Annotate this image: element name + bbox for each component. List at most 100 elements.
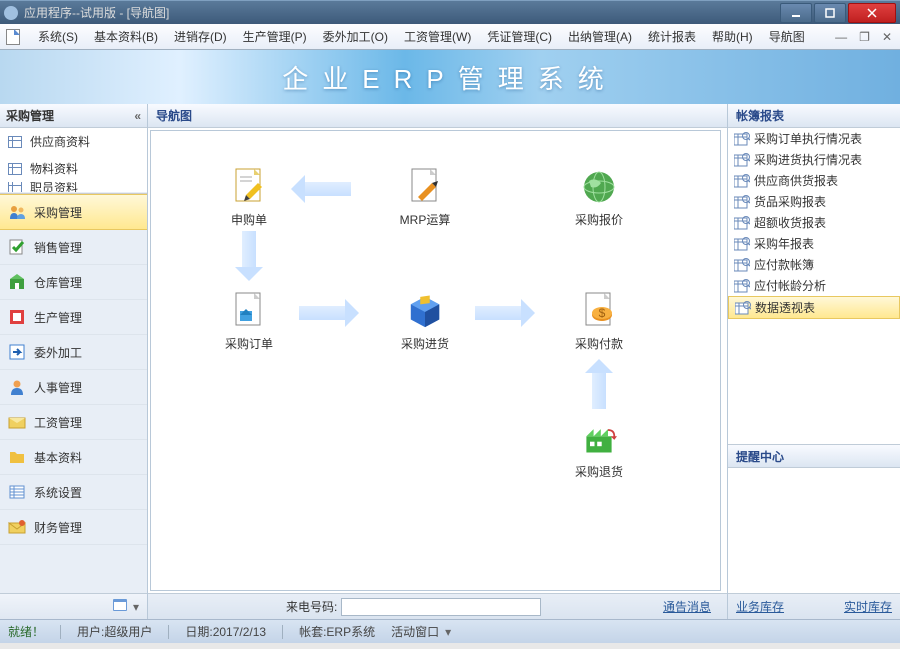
menu-navmap[interactable]: 导航图 (761, 25, 813, 48)
center-bottom-bar: 来电号码: 通告消息 (148, 593, 727, 619)
sidebar-header: 采购管理 « (0, 104, 147, 128)
arrow-right-icon (299, 299, 359, 327)
node-label: 采购订单 (209, 335, 289, 352)
status-active-window[interactable]: 活动窗口 (391, 623, 439, 640)
grid-icon (8, 163, 22, 175)
status-date: 日期:2017/2/13 (185, 623, 266, 640)
menu-inventory[interactable]: 进销存(D) (166, 25, 235, 48)
banner: 企业ERP管理系统 (0, 50, 900, 104)
link-biz-stock[interactable]: 业务库存 (736, 598, 784, 615)
close-button[interactable] (848, 3, 896, 23)
report-item[interactable]: 供应商供货报表 (728, 170, 900, 191)
report-item[interactable]: 超额收货报表 (728, 212, 900, 233)
node-mrp[interactable]: MRP运算 (385, 167, 465, 228)
menu-system[interactable]: 系统(S) (30, 25, 86, 48)
module-item[interactable]: 财务管理 (0, 510, 147, 545)
menu-voucher[interactable]: 凭证管理(C) (479, 25, 560, 48)
menu-wage[interactable]: 工资管理(W) (396, 25, 479, 48)
reports-list: 采购订单执行情况表采购进货执行情况表供应商供货报表货品采购报表超额收货报表采购年… (728, 128, 900, 319)
sidebar-collapse-icon[interactable]: « (134, 109, 141, 123)
report-label: 货品采购报表 (754, 193, 826, 210)
banner-title: 企业ERP管理系统 (282, 59, 617, 96)
mdi-close-icon[interactable]: ✕ (880, 28, 894, 46)
sidebar-link-staff[interactable]: 职员资料 (0, 182, 147, 192)
svg-text:$: $ (599, 306, 606, 320)
module-item[interactable]: 仓库管理 (0, 265, 147, 300)
module-item[interactable]: 生产管理 (0, 300, 147, 335)
notice-link[interactable]: 通告消息 (655, 598, 719, 615)
menu-production[interactable]: 生产管理(P) (235, 25, 315, 48)
report-icon (734, 153, 750, 167)
node-label: 采购付款 (559, 335, 639, 352)
window-title: 应用程序--试用版 - [导航图] (24, 4, 778, 21)
module-label: 委外加工 (34, 344, 82, 361)
report-label: 数据透视表 (755, 299, 815, 316)
tel-input[interactable] (341, 598, 541, 616)
module-item[interactable]: 销售管理 (0, 230, 147, 265)
grid-icon (8, 182, 22, 192)
box-icon (407, 291, 443, 331)
menu-cashier[interactable]: 出纳管理(A) (560, 25, 640, 48)
module-label: 人事管理 (34, 379, 82, 396)
prod-icon (8, 308, 26, 326)
report-icon (734, 279, 750, 293)
maximize-button[interactable] (814, 3, 846, 23)
module-item[interactable]: 采购管理 (0, 194, 147, 230)
dropdown-icon[interactable]: ▾ (445, 625, 451, 639)
report-item[interactable]: 货品采购报表 (728, 191, 900, 212)
report-item[interactable]: 数据透视表 (728, 296, 900, 319)
node-receive[interactable]: 采购进货 (385, 291, 465, 352)
node-return[interactable]: 采购退货 (559, 419, 639, 480)
menu-basic-data[interactable]: 基本资料(B) (86, 25, 166, 48)
menu-help[interactable]: 帮助(H) (704, 25, 761, 48)
report-label: 采购进货执行情况表 (754, 151, 862, 168)
node-po[interactable]: 采购订单 (209, 291, 289, 352)
order-doc-icon (231, 291, 267, 331)
sidebar-link-supplier[interactable]: 供应商资料 (0, 128, 147, 155)
link-realtime-stock[interactable]: 实时库存 (844, 598, 892, 615)
node-payment[interactable]: $ 采购付款 (559, 291, 639, 352)
report-label: 采购订单执行情况表 (754, 130, 862, 147)
menu-statistics[interactable]: 统计报表 (640, 25, 704, 48)
report-label: 超额收货报表 (754, 214, 826, 231)
sidebar-options-icon[interactable]: ▾ (133, 600, 139, 614)
report-item[interactable]: 应付款帐簿 (728, 254, 900, 275)
node-label: 采购报价 (559, 211, 639, 228)
center-header: 导航图 (148, 104, 727, 128)
folder-icon (8, 448, 26, 466)
module-item[interactable]: 委外加工 (0, 335, 147, 370)
sidebar-link-material[interactable]: 物料资料 (0, 155, 147, 182)
module-item[interactable]: 工资管理 (0, 405, 147, 440)
node-label: MRP运算 (385, 211, 465, 228)
report-item[interactable]: 应付帐龄分析 (728, 275, 900, 296)
sidebar-link-label: 职员资料 (30, 182, 78, 192)
report-item[interactable]: 采购年报表 (728, 233, 900, 254)
arrow-up-icon (585, 359, 613, 409)
report-label: 供应商供货报表 (754, 172, 838, 189)
node-quote[interactable]: 采购报价 (559, 167, 639, 228)
module-item[interactable]: 人事管理 (0, 370, 147, 405)
module-label: 系统设置 (34, 484, 82, 501)
hr-icon (8, 378, 26, 396)
mdi-minimize-icon[interactable]: — (833, 28, 849, 46)
sidebar-toggle-icon[interactable] (113, 599, 127, 614)
check-icon (8, 238, 26, 256)
mdi-restore-icon[interactable]: ❐ (857, 28, 872, 46)
report-icon (734, 174, 750, 188)
module-label: 生产管理 (34, 309, 82, 326)
report-item[interactable]: 采购进货执行情况表 (728, 149, 900, 170)
module-item[interactable]: 系统设置 (0, 475, 147, 510)
module-item[interactable]: 基本资料 (0, 440, 147, 475)
report-icon (734, 216, 750, 230)
node-requisition[interactable]: 申购单 (209, 167, 289, 228)
minimize-button[interactable] (780, 3, 812, 23)
report-item[interactable]: 采购订单执行情况表 (728, 128, 900, 149)
outsrc-icon (8, 343, 26, 361)
reminder-title: 提醒中心 (736, 448, 784, 465)
menu-outsource[interactable]: 委外加工(O) (315, 25, 396, 48)
node-label: 申购单 (209, 211, 289, 228)
module-label: 基本资料 (34, 449, 82, 466)
salary-icon (8, 413, 26, 431)
document-edit-icon (231, 167, 267, 207)
finance-icon (8, 518, 26, 536)
